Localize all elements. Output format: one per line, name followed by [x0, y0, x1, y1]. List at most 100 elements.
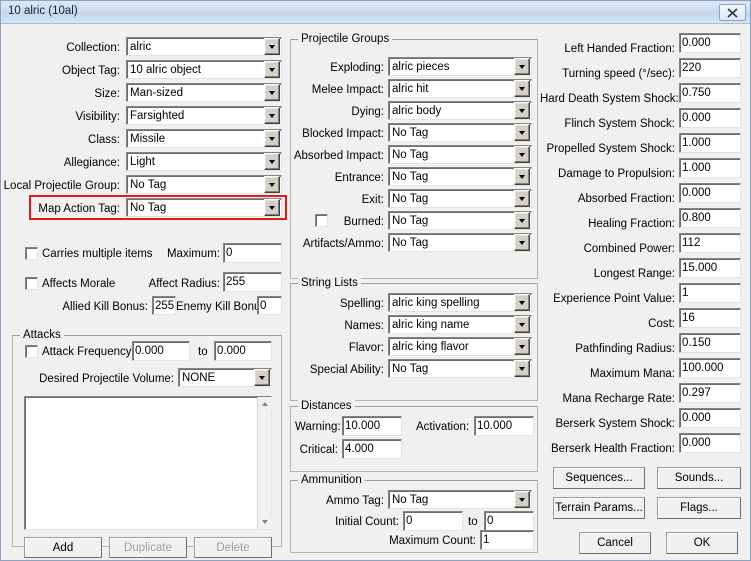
class-combo[interactable]: Missile	[126, 129, 282, 148]
melee-impact-combo[interactable]: alric hit	[388, 79, 532, 98]
chevron-down-icon[interactable]	[264, 176, 280, 193]
chevron-down-icon[interactable]	[514, 316, 530, 333]
entrance-combo[interactable]: No Tag	[388, 167, 532, 186]
special-ability-combo[interactable]: No Tag	[388, 359, 532, 378]
berserk-system-shock-input[interactable]: 0.000	[679, 408, 741, 428]
chevron-down-icon[interactable]	[514, 124, 530, 141]
size-combo[interactable]: Man-sized	[126, 83, 282, 102]
label-visibility: Visibility:	[75, 111, 120, 123]
pathfinding-radius-input[interactable]: 0.150	[679, 333, 741, 353]
combined-power-input[interactable]: 112	[679, 233, 741, 253]
berserk-health-fraction-input[interactable]: 0.000	[679, 433, 741, 453]
sounds-button[interactable]: Sounds...	[657, 467, 741, 489]
chevron-down-icon[interactable]	[514, 168, 530, 185]
absorbed-fraction-input[interactable]: 0.000	[679, 183, 741, 203]
mana-recharge-rate-input[interactable]: 0.297	[679, 383, 741, 403]
object-tag-combo[interactable]: 10 alric object	[126, 60, 282, 79]
affects-morale-checkbox[interactable]	[25, 277, 38, 290]
left-handed-fraction-input[interactable]: 0.000	[679, 33, 741, 53]
initial-count-to-input[interactable]: 0	[484, 511, 534, 531]
blocked-impact-combo[interactable]: No Tag	[388, 123, 532, 142]
maximum-mana-input[interactable]: 100.000	[679, 358, 741, 378]
burned-combo[interactable]: No Tag	[388, 211, 532, 230]
chevron-down-icon[interactable]	[514, 80, 530, 97]
spelling-combo[interactable]: alric king spelling	[388, 293, 532, 312]
exit-combo[interactable]: No Tag	[388, 189, 532, 208]
artifacts-ammo-combo[interactable]: No Tag	[388, 233, 532, 252]
exploding-combo[interactable]: alric pieces	[388, 57, 532, 76]
attack-frequency-checkbox[interactable]	[25, 345, 38, 358]
attack-frequency-from-input[interactable]: 0.000	[132, 341, 190, 361]
dying-combo[interactable]: alric body	[388, 101, 532, 120]
ok-button[interactable]: OK	[666, 532, 738, 554]
hard-death-system-shock-input[interactable]: 0.750	[679, 83, 741, 103]
attack-frequency-to-input[interactable]: 0.000	[214, 341, 272, 361]
affect-radius-input[interactable]: 255	[223, 272, 282, 292]
chevron-down-icon[interactable]	[264, 38, 280, 55]
initial-count-input[interactable]: 0	[403, 511, 463, 531]
chevron-down-icon[interactable]	[264, 153, 280, 170]
activation-input[interactable]: 10.000	[474, 416, 534, 436]
desired-projectile-volume-combo[interactable]: NONE	[178, 368, 272, 387]
chevron-down-icon[interactable]	[514, 190, 530, 207]
close-icon[interactable]	[719, 4, 746, 21]
visibility-combo[interactable]: Farsighted	[126, 106, 282, 125]
allegiance-combo[interactable]: Light	[126, 152, 282, 171]
enemy-kill-bonus-input[interactable]: 0	[257, 296, 282, 315]
critical-input[interactable]: 4.000	[342, 439, 402, 459]
chevron-down-icon[interactable]	[264, 130, 280, 147]
scroll-up-icon[interactable]	[258, 397, 272, 411]
cancel-button[interactable]: Cancel	[579, 532, 651, 554]
experience-point-value-input[interactable]: 1	[679, 283, 741, 303]
chevron-down-icon[interactable]	[264, 199, 280, 216]
propelled-system-shock-input[interactable]: 1.000	[679, 133, 741, 153]
flavor-value: alric king flavor	[392, 340, 469, 353]
visibility-value: Farsighted	[130, 109, 185, 122]
ammo-tag-combo[interactable]: No Tag	[388, 490, 532, 509]
scroll-down-icon[interactable]	[258, 515, 272, 529]
chevron-down-icon[interactable]	[514, 234, 530, 251]
longest-range-input[interactable]: 15.000	[679, 258, 741, 278]
chevron-down-icon[interactable]	[514, 491, 530, 508]
healing-fraction-input[interactable]: 0.800	[679, 208, 741, 228]
collection-combo[interactable]: alric	[126, 37, 282, 56]
attacks-listbox[interactable]	[24, 396, 272, 530]
chevron-down-icon[interactable]	[514, 294, 530, 311]
flinch-system-shock-input[interactable]: 0.000	[679, 108, 741, 128]
chevron-down-icon[interactable]	[514, 146, 530, 163]
absorbed-impact-combo[interactable]: No Tag	[388, 145, 532, 164]
chevron-down-icon[interactable]	[264, 107, 280, 124]
carries-multiple-items-checkbox[interactable]	[25, 247, 38, 260]
label-longest-range: Longest Range:	[593, 268, 675, 280]
flags-button[interactable]: Flags...	[657, 497, 741, 519]
cost-input[interactable]: 16	[679, 308, 741, 328]
chevron-down-icon[interactable]	[514, 102, 530, 119]
chevron-down-icon[interactable]	[254, 369, 270, 386]
chevron-down-icon[interactable]	[264, 84, 280, 101]
sequences-button[interactable]: Sequences...	[553, 467, 645, 489]
maximum-count-input[interactable]: 1	[480, 530, 534, 550]
burned-checkbox[interactable]	[315, 214, 328, 227]
attacks-listbox-scrollbar[interactable]	[257, 397, 272, 529]
maximum-input[interactable]: 0	[223, 243, 282, 263]
map-action-tag-combo[interactable]: No Tag	[126, 198, 282, 217]
chevron-down-icon[interactable]	[514, 212, 530, 229]
add-button[interactable]: Add	[24, 537, 102, 558]
turning-speed-input[interactable]: 220	[679, 58, 741, 78]
allied-kill-bonus-input[interactable]: 255	[152, 296, 176, 315]
delete-button[interactable]: Delete	[194, 537, 272, 558]
local-projectile-group-combo[interactable]: No Tag	[126, 175, 282, 194]
chevron-down-icon[interactable]	[264, 61, 280, 78]
duplicate-button[interactable]: Duplicate	[109, 537, 187, 558]
damage-to-propulsion-input[interactable]: 1.000	[679, 158, 741, 178]
chevron-down-icon[interactable]	[514, 338, 530, 355]
names-combo[interactable]: alric king name	[388, 315, 532, 334]
chevron-down-icon[interactable]	[514, 360, 530, 377]
label-maximum: Maximum:	[166, 248, 220, 260]
warning-input[interactable]: 10.000	[342, 416, 402, 436]
chevron-down-icon[interactable]	[514, 58, 530, 75]
terrain-params-button[interactable]: Terrain Params...	[553, 497, 645, 519]
label-damage-to-propulsion: Damage to Propulsion:	[558, 168, 675, 180]
flavor-combo[interactable]: alric king flavor	[388, 337, 532, 356]
label-ammo-tag: Ammo Tag:	[326, 495, 384, 507]
